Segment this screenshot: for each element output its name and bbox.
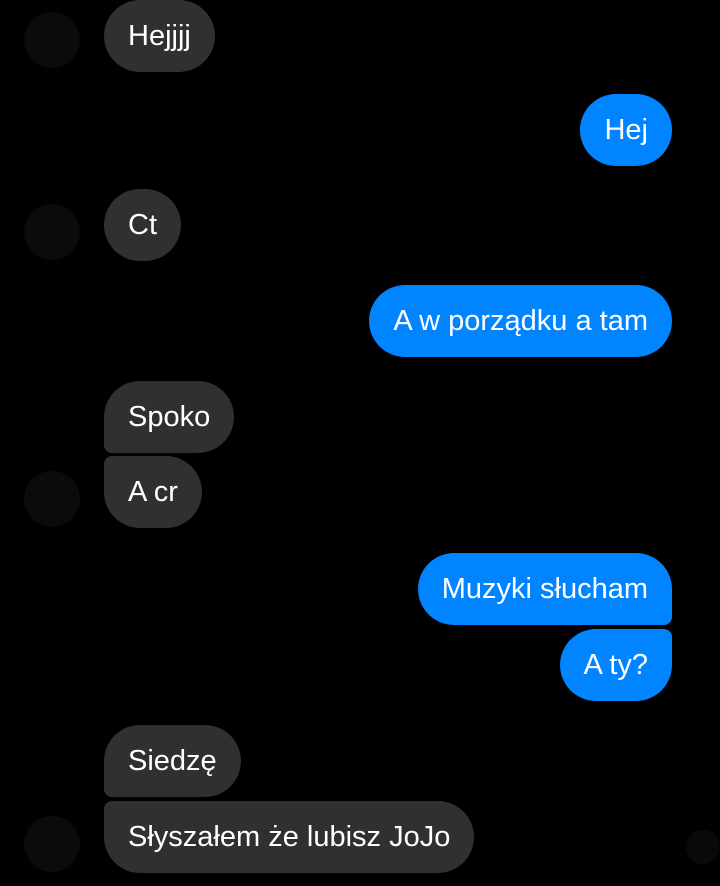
outgoing-message[interactable]: Hej	[580, 94, 672, 166]
contact-avatar[interactable]	[24, 12, 80, 68]
incoming-message[interactable]: Ct	[104, 189, 181, 261]
incoming-message[interactable]: Spoko	[104, 381, 235, 453]
message-thread[interactable]: Hejjjj Hej Ct A w porządku a tam Spoko A…	[0, 0, 720, 886]
outgoing-message[interactable]: A ty?	[559, 629, 672, 701]
incoming-message[interactable]: Hejjjj	[104, 0, 215, 72]
contact-avatar[interactable]	[24, 816, 80, 872]
contact-avatar[interactable]	[24, 204, 80, 260]
incoming-message[interactable]: Słyszałem że lubisz JoJo	[104, 801, 475, 873]
outgoing-message[interactable]: A w porządku a tam	[369, 285, 672, 357]
incoming-message[interactable]: A cr	[104, 456, 202, 528]
read-receipt-avatar	[686, 830, 720, 864]
incoming-message[interactable]: Siedzę	[104, 725, 241, 797]
contact-avatar[interactable]	[24, 471, 80, 527]
outgoing-message[interactable]: Muzyki słucham	[417, 553, 672, 625]
